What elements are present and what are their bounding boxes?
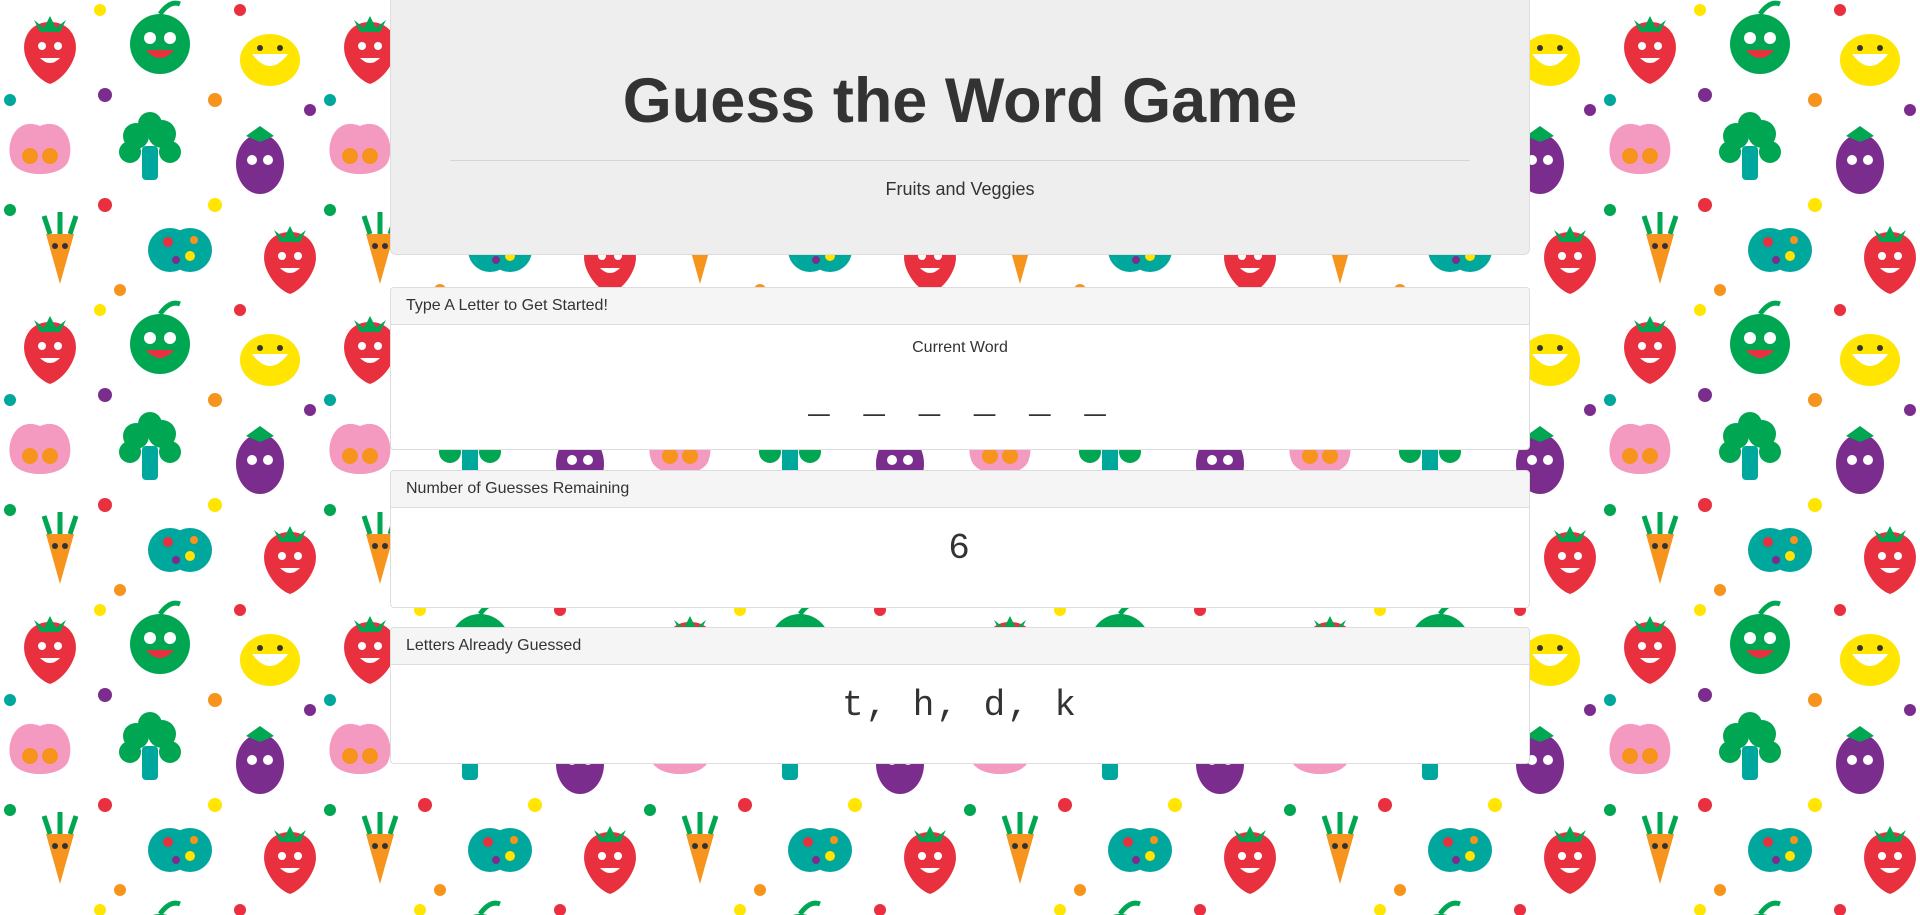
guesses-remaining-body: 6 [391, 508, 1529, 569]
current-word-label: Current Word [912, 339, 1008, 356]
header-divider [450, 160, 1470, 161]
letters-guessed-heading: Letters Already Guessed [391, 628, 1529, 665]
current-word-panel: Type A Letter to Get Started! Current Wo… [390, 287, 1530, 450]
guesses-remaining-panel: Number of Guesses Remaining 6 [390, 470, 1530, 608]
guesses-remaining-heading: Number of Guesses Remaining [391, 471, 1529, 508]
main-container: Guess the Word Game Fruits and Veggies T… [390, 0, 1530, 764]
page-title: Guess the Word Game [622, 66, 1298, 136]
letters-guessed-body: t, h, d, k [391, 665, 1529, 726]
category-subtitle: Fruits and Veggies [885, 179, 1035, 199]
instruction-heading: Type A Letter to Get Started! [391, 288, 1529, 325]
header-jumbotron: Guess the Word Game Fruits and Veggies [390, 0, 1530, 255]
guesses-remaining-count: 6 [948, 528, 972, 569]
letters-guessed-panel: Letters Already Guessed t, h, d, k [390, 627, 1530, 764]
current-word-body: Current Word _ _ _ _ _ _ [391, 325, 1529, 423]
current-word-display: _ _ _ _ _ _ [808, 382, 1112, 423]
letters-guessed-list: t, h, d, k [841, 685, 1079, 726]
